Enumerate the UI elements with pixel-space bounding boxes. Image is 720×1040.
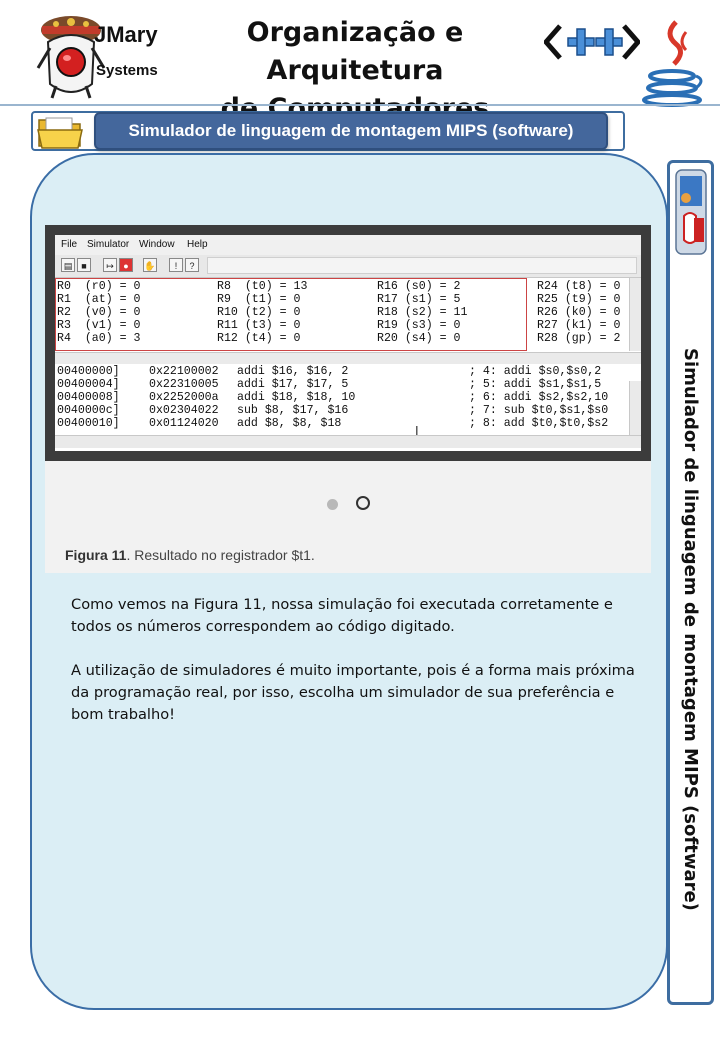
caption-label: Figura 11 xyxy=(65,547,127,563)
register-cell: R20 (s4) = 0 xyxy=(377,332,461,345)
stop-icon[interactable]: ● xyxy=(119,258,133,272)
register-cell: R9 (t1) = 0 xyxy=(217,293,301,306)
register-cell: R16 (s0) = 2 xyxy=(377,280,461,293)
code-hscrollbar[interactable] xyxy=(55,435,641,448)
code-address: 00400004] xyxy=(57,378,120,391)
register-cell: R18 (s2) = 11 xyxy=(377,306,468,319)
code-instruction: addi $17, $17, 5 xyxy=(237,378,349,391)
newspaper-icon xyxy=(670,166,712,263)
logo-sub: Systems xyxy=(96,62,158,79)
code-source: ; 4: addi $s0,$s0,2 xyxy=(469,365,602,378)
simulator-window: File Simulator Window Help ▤ ■ ↦ ● ✋ ! ?… xyxy=(55,235,641,451)
caption-text: . Resultado no registrador $t1. xyxy=(126,547,315,563)
code-address: 00400010] xyxy=(57,417,120,430)
register-cell: R27 (k1) = 0 xyxy=(537,319,621,332)
code-address: 00400008] xyxy=(57,391,120,404)
help-icon[interactable]: ? xyxy=(185,258,199,272)
menu-window[interactable]: Window xyxy=(139,239,175,250)
code-vscrollbar[interactable] xyxy=(629,381,641,435)
code-address: 00400000] xyxy=(57,365,120,378)
menu-simulator[interactable]: Simulator xyxy=(87,239,129,250)
code-source: ; 5: addi $s1,$s1,5 xyxy=(469,378,602,391)
java-cup-icon xyxy=(642,20,703,107)
figure-11: File Simulator Window Help ▤ ■ ↦ ● ✋ ! ?… xyxy=(45,225,651,573)
figure-caption: Figura 11. Resultado no registrador $t1. xyxy=(65,547,315,563)
folder-icon xyxy=(36,112,86,155)
code-instruction: addi $16, $16, 2 xyxy=(237,365,349,378)
register-cell: R24 (t8) = 0 xyxy=(537,280,621,293)
register-cell: R3 (v1) = 0 xyxy=(57,319,141,332)
jmary-logo: JMary Systems xyxy=(36,8,176,100)
code-machine: 0x22100002 xyxy=(149,365,219,378)
code-source: ; 8: add $t0,$t0,$s2 xyxy=(469,417,609,430)
side-tab-title: Simulador de linguagem de montagem MIPS … xyxy=(680,348,701,911)
register-cell: R25 (t9) = 0 xyxy=(537,293,621,306)
registers-vscrollbar[interactable] xyxy=(629,278,641,351)
code-machine: 0x02304022 xyxy=(149,404,219,417)
hand-icon[interactable]: ✋ xyxy=(143,258,157,272)
register-cell: R2 (v0) = 0 xyxy=(57,306,141,319)
menu-file[interactable]: File xyxy=(61,239,77,250)
cpp-plus-icon xyxy=(542,24,642,60)
step-icon[interactable]: ↦ xyxy=(103,258,117,272)
logo-name: JMary xyxy=(94,22,158,47)
toolbar: ▤ ■ ↦ ● ✋ ! ? xyxy=(55,255,641,278)
register-cell: R1 (at) = 0 xyxy=(57,293,141,306)
register-cell: R4 (a0) = 3 xyxy=(57,332,141,345)
paragraph: Como vemos na Figura 11, nossa simulação… xyxy=(71,596,613,635)
code-instruction: addi $18, $18, 10 xyxy=(237,391,356,404)
register-cell: R26 (k0) = 0 xyxy=(537,306,621,319)
save-icon[interactable]: ■ xyxy=(77,258,91,272)
code-source: ; 6: addi $s2,$s2,10 xyxy=(469,391,609,404)
header-divider xyxy=(0,104,720,106)
register-cell: R0 (r0) = 0 xyxy=(57,280,141,293)
carousel-dot-active[interactable] xyxy=(356,496,370,510)
section-banner: Simulador de linguagem de montagem MIPS … xyxy=(94,112,608,150)
carousel-dot[interactable] xyxy=(327,499,338,510)
register-cell: R12 (t4) = 0 xyxy=(217,332,301,345)
register-cell: R8 (t0) = 13 xyxy=(217,280,308,293)
screenshot-frame: File Simulator Window Help ▤ ■ ↦ ● ✋ ! ?… xyxy=(45,225,651,461)
open-icon[interactable]: ▤ xyxy=(61,258,75,272)
code-machine: 0x01124020 xyxy=(149,417,219,430)
code-source: ; 7: sub $t0,$s1,$s0 xyxy=(469,404,609,417)
code-address: 0040000c] xyxy=(57,404,120,417)
cpp-logo: <++> xyxy=(542,20,642,69)
register-cell: R28 (gp) = 2 xyxy=(537,332,621,345)
code-instruction: add $8, $8, $18 xyxy=(237,417,342,430)
breakpoint-icon[interactable]: ! xyxy=(169,258,183,272)
toolbar-field xyxy=(207,257,637,274)
code-machine: 0x2252000a xyxy=(149,391,219,404)
register-cell: R17 (s1) = 5 xyxy=(377,293,461,306)
register-cell: R19 (s3) = 0 xyxy=(377,319,461,332)
register-cell: R10 (t2) = 0 xyxy=(217,306,301,319)
register-cell: R11 (t3) = 0 xyxy=(217,319,301,332)
paragraph: A utilização de simuladores é muito impo… xyxy=(71,662,635,723)
menu-bar: File Simulator Window Help xyxy=(55,235,641,255)
menu-help[interactable]: Help xyxy=(187,239,208,250)
code-machine: 0x22310005 xyxy=(149,378,219,391)
java-logo xyxy=(640,18,710,115)
page-title-line1: Organização e Arquitetura xyxy=(246,17,464,86)
code-instruction: sub $8, $17, $16 xyxy=(237,404,349,417)
